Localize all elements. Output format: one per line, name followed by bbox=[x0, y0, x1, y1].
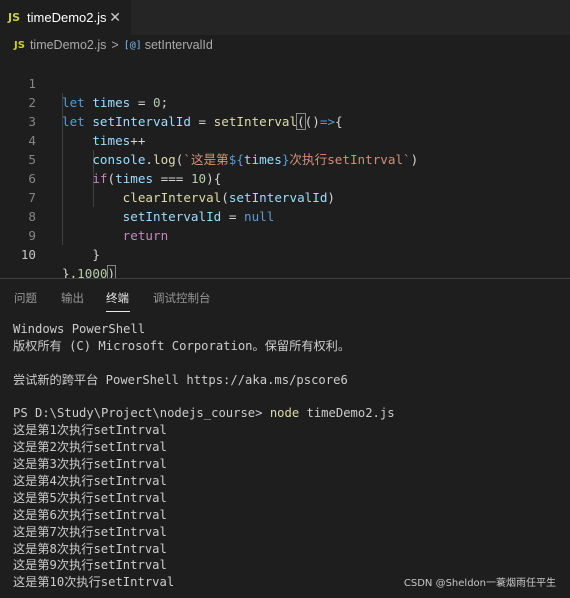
terminal-output-line: 这是第7次执行setIntrval bbox=[13, 524, 167, 539]
code-line: 7 setIntervalId = null bbox=[0, 169, 570, 224]
terminal-output-line: 这是第1次执行setIntrval bbox=[13, 423, 167, 438]
terminal-output-line: 这是第6次执行setIntrval bbox=[13, 507, 167, 522]
bottom-panel: 问题 输出 终端 调试控制台 Windows PowerShell 版权所有 (… bbox=[0, 278, 570, 598]
code-line: 6 clearInterval(setIntervalId) bbox=[0, 150, 570, 205]
chevron-right-icon: > bbox=[111, 38, 119, 52]
file-tab[interactable]: JS timeDemo2.js ✕ bbox=[0, 0, 131, 35]
code-line: 9 } bbox=[0, 207, 570, 262]
terminal-output-line: 这是第8次执行setIntrval bbox=[13, 541, 167, 556]
code-line: 4 console.log(`这是第${times}次执行setIntrval`… bbox=[0, 112, 570, 167]
terminal-command-line: PS D:\Study\Project\nodejs_course> node … bbox=[13, 405, 570, 422]
line-number: 10 bbox=[20, 247, 36, 262]
terminal-output-line: 这是第3次执行setIntrval bbox=[13, 457, 167, 472]
breadcrumb-file[interactable]: timeDemo2.js bbox=[30, 38, 106, 52]
editor-tab-bar: JS timeDemo2.js ✕ bbox=[0, 0, 570, 35]
tab-problems[interactable]: 问题 bbox=[14, 290, 37, 306]
code-token: } bbox=[92, 247, 100, 262]
terminal-line: Windows PowerShell bbox=[13, 322, 146, 336]
javascript-file-icon: JS bbox=[14, 39, 25, 51]
terminal-prompt: PS D:\Study\Project\nodejs_course> bbox=[13, 406, 270, 421]
terminal[interactable]: Windows PowerShell 版权所有 (C) Microsoft Co… bbox=[13, 321, 570, 591]
watermark: CSDN @Sheldon一蓑烟雨任平生 bbox=[403, 578, 556, 589]
breadcrumb: JS timeDemo2.js > [@] setIntervalId bbox=[0, 35, 570, 55]
active-tab-indicator bbox=[106, 311, 130, 312]
terminal-output-line: 这是第5次执行setIntrval bbox=[13, 490, 167, 505]
variable-symbol-icon: [@] bbox=[123, 39, 142, 51]
code-line: 1 let times = 0; bbox=[0, 55, 570, 110]
code-line: 3 times++ bbox=[0, 93, 570, 148]
code-line: 2 let setIntervalId = setInterval(()=>{ bbox=[0, 74, 570, 130]
terminal-line: 尝试新的跨平台 PowerShell https://aka.ms/pscore… bbox=[13, 372, 348, 387]
javascript-file-icon: JS bbox=[8, 11, 21, 24]
code-editor[interactable]: 1 let times = 0; 2 let setIntervalId = s… bbox=[0, 55, 570, 282]
code-line: 5 if(times === 10){ bbox=[0, 131, 570, 186]
terminal-output-line: 这是第4次执行setIntrval bbox=[13, 474, 167, 489]
code-line: 8 return bbox=[0, 188, 570, 243]
tab-title: timeDemo2.js bbox=[27, 10, 107, 25]
code-line: 10 },1000) bbox=[0, 226, 570, 282]
tab-terminal[interactable]: 终端 bbox=[106, 290, 129, 306]
tab-output[interactable]: 输出 bbox=[61, 290, 84, 306]
terminal-output-line: 这是第2次执行setIntrval bbox=[13, 440, 167, 455]
terminal-output-line: 这是第9次执行setIntrval bbox=[13, 558, 167, 573]
terminal-command: node bbox=[269, 406, 300, 421]
tab-debug-console[interactable]: 调试控制台 bbox=[153, 290, 211, 306]
close-icon[interactable]: ✕ bbox=[109, 10, 121, 26]
terminal-argument: timeDemo2.js bbox=[299, 406, 395, 421]
terminal-line: 版权所有 (C) Microsoft Corporation。保留所有权利。 bbox=[13, 338, 351, 353]
breadcrumb-symbol[interactable]: setIntervalId bbox=[145, 38, 213, 52]
panel-tabs: 问题 输出 终端 调试控制台 bbox=[0, 279, 570, 315]
